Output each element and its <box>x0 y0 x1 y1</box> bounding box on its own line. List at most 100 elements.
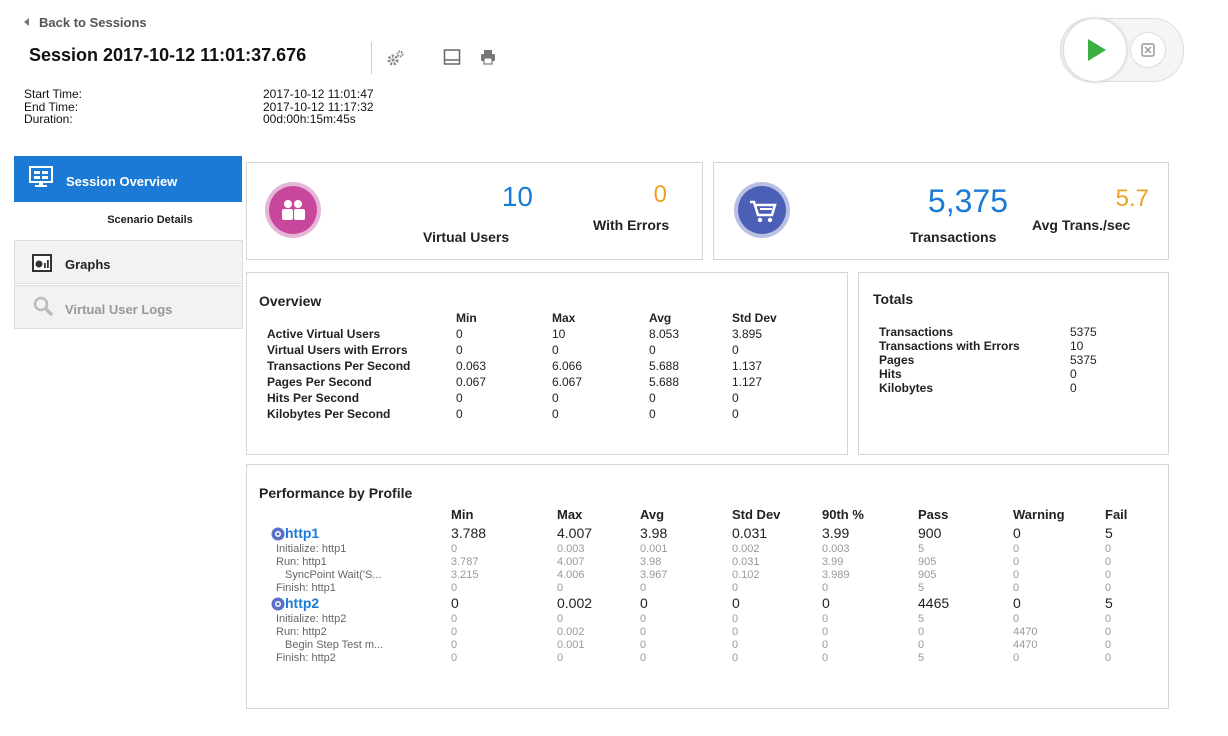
overview-header-1: Max <box>552 311 576 325</box>
start-time-value: 2017-10-12 11:01:47 <box>263 87 374 101</box>
performance-cell: 0.031 <box>732 556 760 568</box>
stop-button[interactable] <box>1130 32 1166 68</box>
back-arrow-icon <box>24 18 29 26</box>
avg-trans-label: Avg Trans./sec <box>1032 217 1131 233</box>
performance-cell: 5 <box>1105 525 1113 541</box>
performance-header-4: 90th % <box>822 507 864 522</box>
nav-virtual-user-logs[interactable]: Virtual User Logs <box>14 285 243 329</box>
performance-cell: 4470 <box>1013 626 1038 638</box>
overview-cell: 0 <box>552 391 559 405</box>
performance-cell: 905 <box>918 569 937 581</box>
nav-session-overview[interactable]: Session Overview <box>14 156 242 202</box>
performance-cell: 0 <box>640 652 647 664</box>
transactions-card: 5,375 Transactions 5.7 Avg Trans./sec <box>713 162 1169 260</box>
performance-cell: 0 <box>640 613 647 625</box>
profile-link[interactable]: http1 <box>285 525 319 541</box>
performance-cell: 0.102 <box>732 569 760 581</box>
performance-cell: 0 <box>822 652 829 664</box>
performance-cell: 900 <box>918 525 942 541</box>
performance-cell: 0 <box>1105 626 1112 638</box>
performance-cell: 0 <box>732 652 739 664</box>
overview-cell: 0 <box>456 391 463 405</box>
start-time-label: Start Time: <box>24 87 83 101</box>
performance-cell: 905 <box>918 556 937 568</box>
overview-row-label: Transactions Per Second <box>267 359 411 373</box>
performance-cell: 0.031 <box>732 525 768 541</box>
performance-cell: 0 <box>1105 582 1112 594</box>
performance-cell: 0 <box>732 626 739 638</box>
overview-cell: 0 <box>649 391 656 405</box>
performance-cell: 0 <box>732 639 739 651</box>
performance-cell: 0 <box>1105 569 1112 581</box>
profile-link[interactable]: http2 <box>285 595 319 611</box>
performance-row-label: Finish: http1 <box>276 582 336 594</box>
performance-row-label: Initialize: http1 <box>276 543 347 555</box>
performance-cell: 0 <box>1013 652 1020 664</box>
performance-cell: 0 <box>451 626 458 638</box>
overview-cell: 0 <box>456 327 463 341</box>
performance-cell: 0 <box>557 652 564 664</box>
overview-cell: 1.127 <box>732 375 763 389</box>
nav-scenario-details[interactable]: Scenario Details <box>80 208 220 233</box>
performance-cell: 0 <box>451 613 458 625</box>
performance-cell: 5 <box>918 582 925 594</box>
layout-icon[interactable] <box>443 48 463 68</box>
graphs-icon <box>32 254 52 272</box>
totals-row-label: Kilobytes <box>879 381 934 395</box>
performance-cell: 0 <box>1013 525 1021 541</box>
nav-session-overview-label: Session Overview <box>66 174 178 189</box>
overview-cell: 8.053 <box>649 327 680 341</box>
performance-cell: 0 <box>640 626 647 638</box>
performance-cell: 0.001 <box>557 639 585 651</box>
performance-cell: 3.788 <box>451 525 487 541</box>
back-to-sessions-link[interactable]: Back to Sessions <box>24 15 147 30</box>
overview-cell: 0 <box>456 343 463 357</box>
print-icon[interactable] <box>479 48 499 68</box>
performance-row-label: Run: http1 <box>276 556 327 568</box>
overview-cell: 0.063 <box>456 359 487 373</box>
performance-cell: 0 <box>1105 639 1112 651</box>
overview-row-label: Pages Per Second <box>267 375 372 389</box>
profile-icon <box>271 597 285 611</box>
performance-cell: 0 <box>822 613 829 625</box>
totals-row-label: Transactions <box>879 325 954 339</box>
performance-cell: 0.003 <box>557 543 585 555</box>
nav-graphs[interactable]: Graphs <box>14 240 243 284</box>
overview-cell: 0 <box>732 407 739 421</box>
overview-row-label: Virtual Users with Errors <box>267 343 408 357</box>
cart-icon <box>734 182 790 238</box>
performance-cell: 0 <box>732 613 739 625</box>
performance-cell: 0 <box>822 595 830 611</box>
virtual-users-value: 10 <box>501 181 533 212</box>
overview-card: Overview Min Max Avg Std Dev Active Virtual … <box>246 272 848 455</box>
performance-cell: 0 <box>822 639 829 651</box>
overview-cell: 3.895 <box>732 327 763 341</box>
totals-row-value: 0 <box>1070 367 1077 381</box>
overview-cell: 0 <box>649 343 656 357</box>
totals-title: Totals <box>873 291 914 307</box>
performance-header-6: Warning <box>1013 507 1065 522</box>
performance-cell: 0 <box>732 595 740 611</box>
settings-icon[interactable] <box>385 48 405 68</box>
performance-cell: 0 <box>557 613 564 625</box>
performance-header-0: Min <box>451 507 474 522</box>
performance-cell: 3.99 <box>822 525 850 541</box>
overview-header-2: Avg <box>649 311 672 325</box>
performance-cell: 3.98 <box>640 556 662 568</box>
overview-cell: 0 <box>552 343 559 357</box>
performance-header-2: Avg <box>640 507 665 522</box>
performance-cell: 0 <box>640 582 647 594</box>
toolbar-divider <box>371 42 372 74</box>
users-icon <box>265 182 321 238</box>
performance-cell: 4.007 <box>557 525 593 541</box>
profile-icon <box>271 527 285 541</box>
duration-label: Duration: <box>24 112 73 126</box>
play-button[interactable] <box>1063 18 1127 82</box>
overview-cell: 6.067 <box>552 375 583 389</box>
performance-cell: 5 <box>918 543 925 555</box>
performance-cell: 0 <box>1013 582 1020 594</box>
performance-cell: 0.002 <box>732 543 760 555</box>
totals-row-value: 10 <box>1070 339 1084 353</box>
performance-cell: 0 <box>451 639 458 651</box>
meta-values: 2017-10-12 11:01:47 2017-10-12 11:17:32 … <box>263 88 374 126</box>
